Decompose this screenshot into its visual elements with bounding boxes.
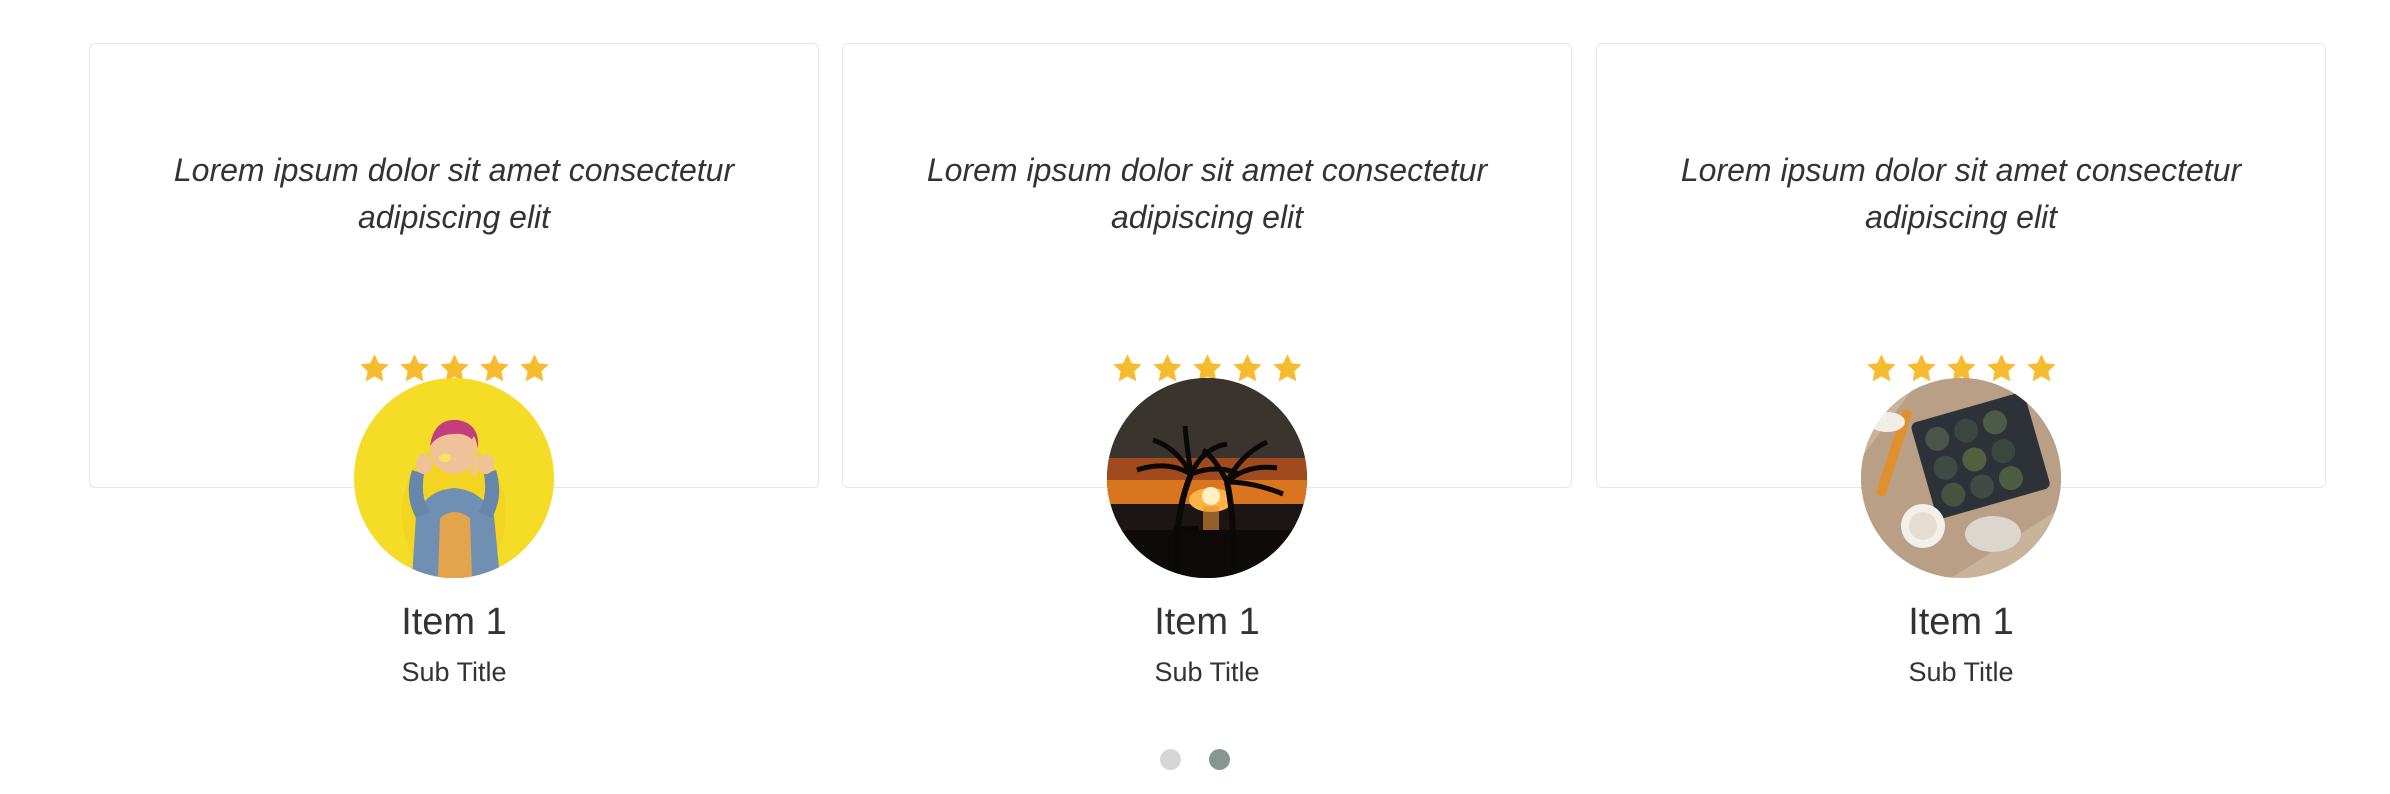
star-icon <box>1272 354 1302 382</box>
testimonial-quote: Lorem ipsum dolor sit amet consectetur a… <box>173 152 735 235</box>
star-icon <box>479 354 509 382</box>
avatar-photo-seedlings <box>1861 378 2061 578</box>
star-icon <box>1112 354 1142 382</box>
testimonial-subtitle: Sub Title <box>1908 657 2014 687</box>
avatar-photo-sunset <box>1107 378 1307 578</box>
star-icon <box>1986 354 2016 382</box>
avatar-photo-woman <box>354 378 554 578</box>
star-icon <box>519 354 549 382</box>
testimonial-name: Item 1 <box>1908 601 2014 643</box>
testimonial-quote: Lorem ipsum dolor sit amet consectetur a… <box>926 152 1488 235</box>
star-icon <box>2026 354 2056 382</box>
testimonial-subtitle: Sub Title <box>1154 657 1260 687</box>
testimonial-name: Item 1 <box>1154 601 1260 643</box>
testimonial-subtitle: Sub Title <box>401 657 507 687</box>
star-icon <box>1906 354 1936 382</box>
star-icon <box>1866 354 1896 382</box>
testimonial-quote: Lorem ipsum dolor sit amet consectetur a… <box>1680 152 2242 235</box>
star-icon <box>359 354 389 382</box>
pagination-dot-2-active[interactable] <box>1209 749 1230 770</box>
star-icon <box>399 354 429 382</box>
testimonial-name: Item 1 <box>401 601 507 643</box>
pagination-dot-1[interactable] <box>1160 749 1181 770</box>
carousel-pagination <box>0 749 2390 770</box>
star-icon <box>1152 354 1182 382</box>
star-icon <box>1232 354 1262 382</box>
